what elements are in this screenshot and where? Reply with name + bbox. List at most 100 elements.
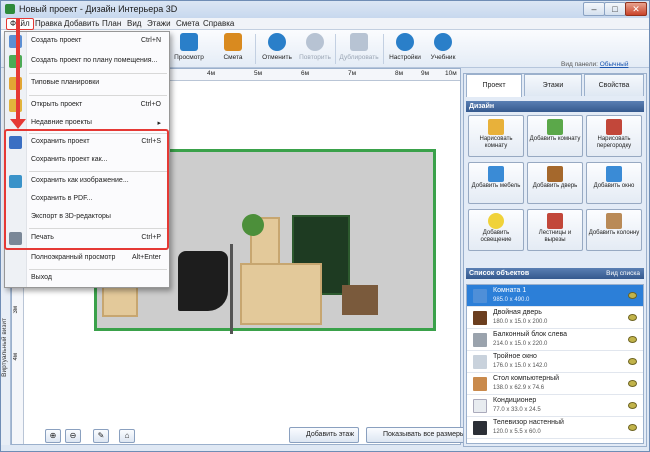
window-icon bbox=[606, 166, 622, 182]
draw-partition-button[interactable]: Нарисовать перегородку bbox=[586, 115, 642, 157]
tab-properties[interactable]: Свойства bbox=[584, 74, 644, 96]
menu-new-from-plan[interactable]: Создать проект по плану помещения... bbox=[5, 53, 169, 71]
settings-button[interactable]: Настройки bbox=[385, 32, 425, 66]
app-window: Новый проект - Дизайн Интерьера 3D – □ ✕… bbox=[0, 0, 650, 452]
tab-floors[interactable]: Этажи bbox=[524, 74, 582, 96]
help-icon bbox=[434, 33, 452, 51]
menu-estimate[interactable]: Смета bbox=[174, 19, 201, 29]
partition-icon bbox=[606, 119, 622, 135]
visibility-eye-icon[interactable] bbox=[628, 336, 637, 343]
add-furniture-button[interactable]: Добавить мебель bbox=[468, 162, 524, 204]
virtual-visit-label: Виртуальный визит bbox=[1, 318, 8, 377]
list-view-selector[interactable]: Вид списка bbox=[606, 268, 640, 279]
toolbar-divider bbox=[383, 34, 384, 64]
show-sizes-button[interactable]: Показывать все размеры bbox=[366, 427, 470, 443]
menu-view[interactable]: Вид bbox=[125, 19, 143, 29]
redo-button[interactable]: Повторить bbox=[295, 32, 335, 66]
tv-icon bbox=[473, 421, 487, 435]
add-room-button[interactable]: Добавить комнату bbox=[527, 115, 583, 157]
list-item[interactable]: Двойная дверь 180.0 x 15.0 x 200.0 bbox=[467, 307, 643, 329]
minimize-button[interactable]: – bbox=[583, 2, 605, 16]
corner-sofa[interactable] bbox=[240, 263, 322, 325]
ruler-tick: 3м bbox=[13, 306, 19, 314]
zoom-in-icon: ⊕ bbox=[49, 431, 57, 440]
undo-button[interactable]: Отменить bbox=[257, 32, 297, 66]
objects-header: Список объектов Вид списка bbox=[466, 268, 644, 279]
ruler-icon: ✎ bbox=[97, 431, 105, 440]
zoom-out-icon: ⊖ bbox=[69, 431, 77, 440]
list-item[interactable]: Балконный блок слева 214.0 x 15.0 x 220.0 bbox=[467, 329, 643, 351]
visibility-eye-icon[interactable] bbox=[628, 292, 637, 299]
close-button[interactable]: ✕ bbox=[625, 2, 647, 16]
menu-floors[interactable]: Этажи bbox=[145, 19, 173, 29]
right-panel: Проект Этажи Свойства Дизайн Нарисовать … bbox=[463, 73, 647, 447]
visibility-eye-icon[interactable] bbox=[628, 402, 637, 409]
ruler-tick: 4м bbox=[13, 353, 19, 361]
panel-view-selector[interactable]: Вид панели: Обычный bbox=[561, 61, 628, 68]
add-column-button[interactable]: Добавить колонну bbox=[586, 209, 642, 251]
measure-button[interactable]: ✎ bbox=[93, 429, 109, 443]
stairs-cutouts-button[interactable]: Лестницы и вырезы bbox=[527, 209, 583, 251]
visibility-eye-icon[interactable] bbox=[628, 380, 637, 387]
app-logo-icon bbox=[5, 4, 15, 14]
visibility-eye-icon[interactable] bbox=[628, 358, 637, 365]
menu-open-project[interactable]: Открыть проект Ctrl+O bbox=[5, 97, 169, 115]
monitor-icon bbox=[180, 33, 198, 51]
grand-piano[interactable] bbox=[178, 251, 228, 311]
list-item[interactable]: Телевизор настенный 120.0 x 5.5 x 60.0 bbox=[467, 417, 643, 439]
estimate-button[interactable]: Смета bbox=[213, 32, 253, 66]
redo-icon bbox=[306, 33, 324, 51]
add-lighting-button[interactable]: Добавить освещение bbox=[468, 209, 524, 251]
annotation-arrow-line bbox=[16, 18, 20, 126]
door-icon bbox=[547, 166, 563, 182]
list-item[interactable]: Кондиционер 77.0 x 33.0 x 24.5 bbox=[467, 395, 643, 417]
maximize-button[interactable]: □ bbox=[604, 2, 626, 16]
list-item[interactable]: Стол компьютерный 138.0 x 62.9 x 74.6 bbox=[467, 373, 643, 395]
design-header: Дизайн bbox=[466, 101, 644, 112]
estimate-icon bbox=[224, 33, 242, 51]
partition-wall[interactable] bbox=[230, 244, 233, 334]
ruler-tick: 9м bbox=[421, 70, 430, 77]
side-table[interactable] bbox=[342, 285, 378, 315]
zoom-in-button[interactable]: ⊕ bbox=[45, 429, 61, 443]
list-item[interactable]: Комната 1 985.0 x 490.0 bbox=[467, 285, 643, 307]
menu-separator bbox=[29, 95, 167, 96]
menu-help[interactable]: Справка bbox=[201, 19, 236, 29]
list-item[interactable]: Тройное окно 176.0 x 15.0 x 142.0 bbox=[467, 351, 643, 373]
visibility-eye-icon[interactable] bbox=[628, 314, 637, 321]
tutorial-button[interactable]: Учебник bbox=[423, 32, 463, 66]
menu-standard-layouts[interactable]: Типовые планировки bbox=[5, 75, 169, 93]
room-icon bbox=[473, 289, 487, 303]
draw-room-button[interactable]: Нарисовать комнату bbox=[468, 115, 524, 157]
double-door-icon bbox=[473, 311, 487, 325]
panel-view-label: Вид панели: bbox=[561, 61, 598, 68]
duplicate-icon bbox=[350, 33, 368, 51]
panel-view-value[interactable]: Обычный bbox=[600, 61, 629, 68]
computer-desk-icon bbox=[473, 377, 487, 391]
toolbar-divider bbox=[335, 34, 336, 64]
home-view-button[interactable]: ⌂ bbox=[119, 429, 135, 443]
duplicate-button[interactable]: Дублировать bbox=[339, 32, 379, 66]
window-title: Новый проект - Дизайн Интерьера 3D bbox=[19, 4, 178, 14]
visibility-eye-icon[interactable] bbox=[628, 424, 637, 431]
tab-project[interactable]: Проект bbox=[466, 74, 522, 97]
object-list[interactable]: Комната 1 985.0 x 490.0 Двойная дверь 180.… bbox=[466, 284, 644, 444]
add-floor-button[interactable]: Добавить этаж bbox=[289, 427, 360, 443]
preview-button[interactable]: Просмотр bbox=[169, 32, 209, 66]
menu-add[interactable]: Добавить bbox=[62, 19, 101, 29]
undo-icon bbox=[268, 33, 286, 51]
menu-fullscreen[interactable]: Полноэкранный просмотр Alt+Enter bbox=[5, 250, 169, 268]
add-door-button[interactable]: Добавить дверь bbox=[527, 162, 583, 204]
furniture-icon bbox=[488, 166, 504, 182]
menu-new-project[interactable]: Создать проект Ctrl+N bbox=[5, 33, 169, 51]
column-icon bbox=[606, 213, 622, 229]
zoom-out-button[interactable]: ⊖ bbox=[65, 429, 81, 443]
lamp-icon bbox=[488, 213, 504, 229]
menu-plan[interactable]: План bbox=[100, 19, 123, 29]
menu-separator bbox=[29, 73, 167, 74]
plant[interactable] bbox=[242, 214, 264, 236]
menu-exit[interactable]: Выход bbox=[5, 270, 169, 288]
menu-edit[interactable]: Правка bbox=[33, 19, 64, 29]
home-icon: ⌂ bbox=[124, 431, 130, 440]
add-window-button[interactable]: Добавить окно bbox=[586, 162, 642, 204]
